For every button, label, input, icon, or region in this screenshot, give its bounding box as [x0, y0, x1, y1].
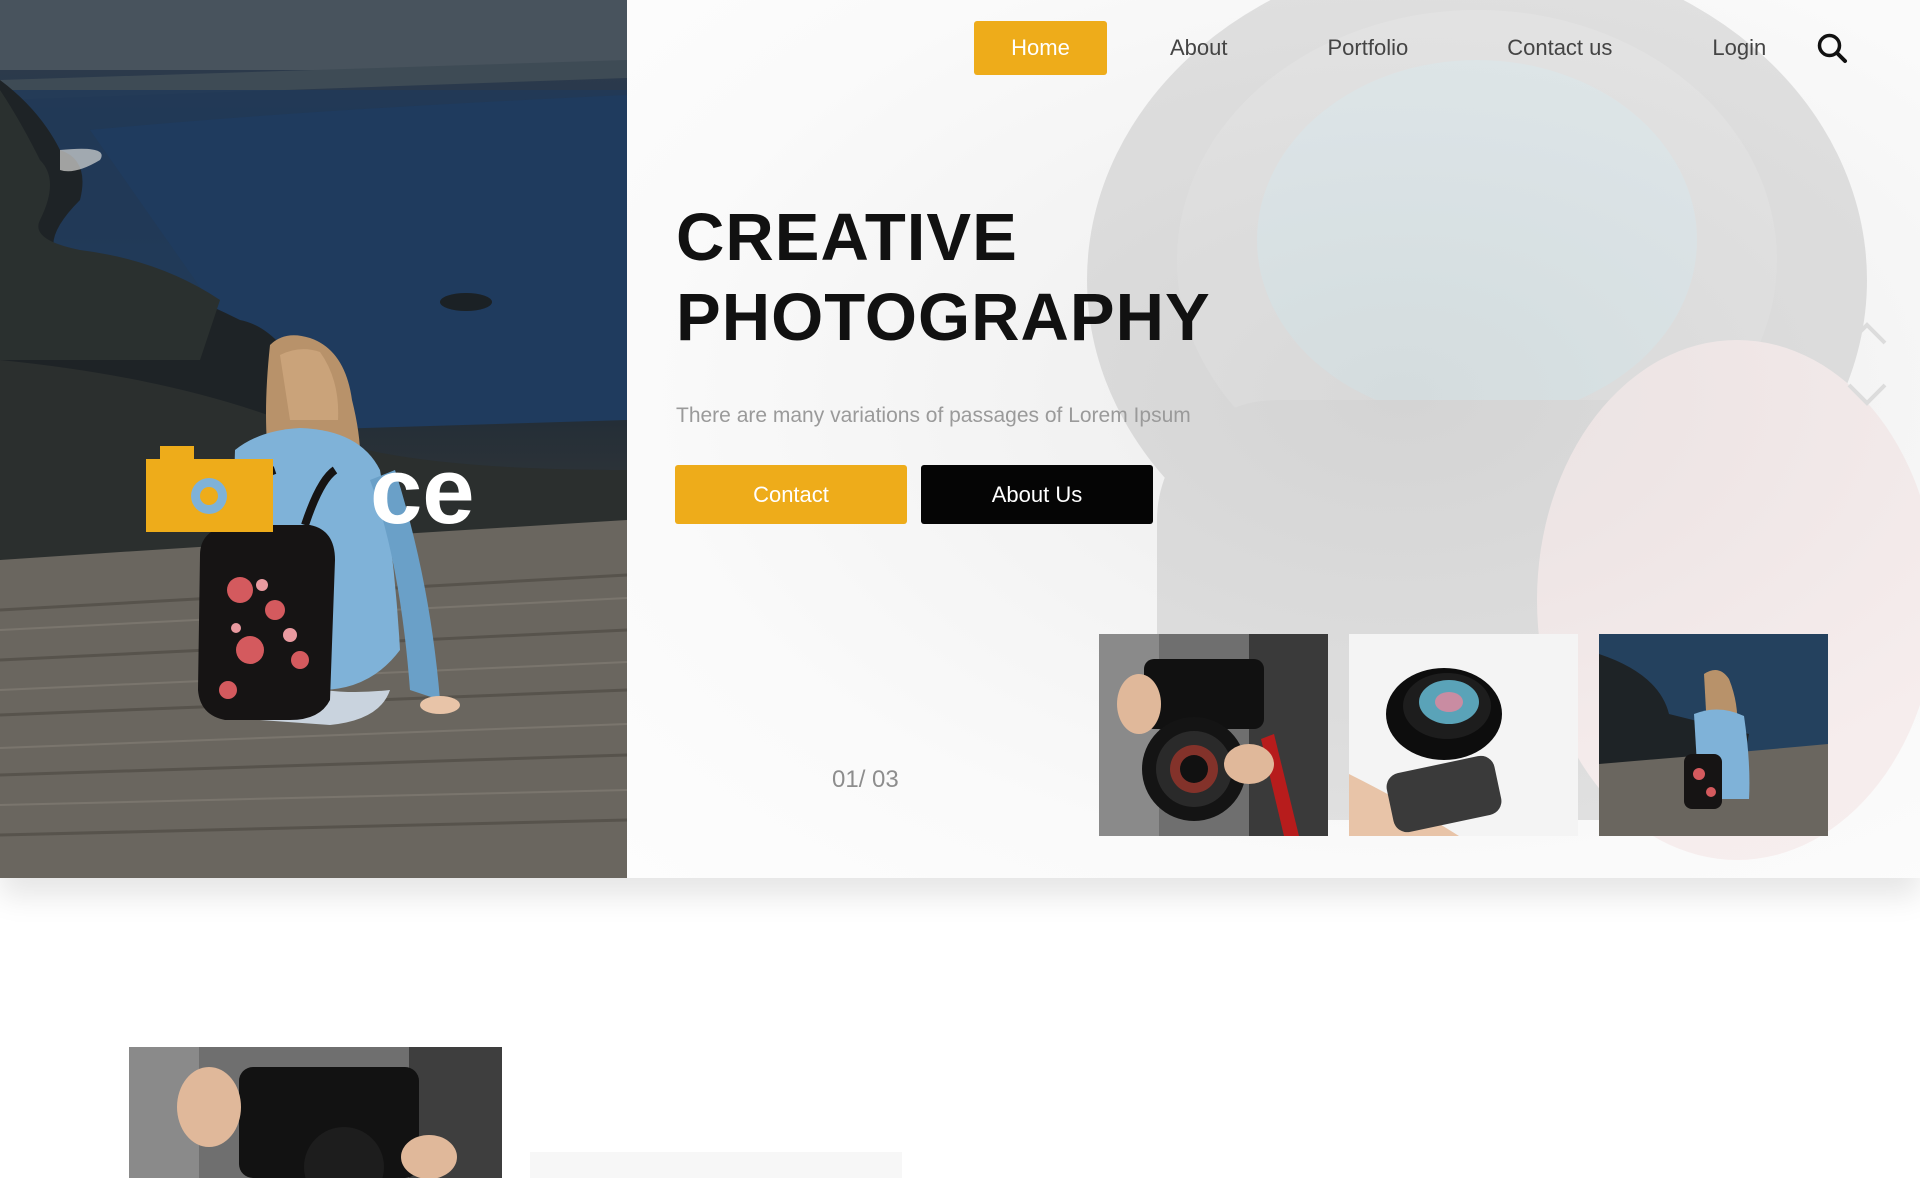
hero-subtitle: There are many variations of passages of… — [676, 404, 1191, 427]
cliff-photo — [1599, 634, 1828, 836]
thumbnail-camera[interactable] — [1099, 634, 1328, 836]
about-us-button[interactable]: About Us — [921, 465, 1153, 524]
nav-login-link[interactable]: Login — [1712, 35, 1766, 61]
logo-letters-ce: ce — [370, 438, 475, 543]
brand-logo[interactable]: A ce — [146, 438, 506, 543]
about-preview-photo — [129, 1047, 502, 1178]
camera-photo — [129, 1047, 502, 1178]
chevron-down-icon[interactable] — [1846, 382, 1888, 408]
hero-title-line-2: PHOTOGRAPHY — [676, 280, 1211, 355]
search-icon[interactable] — [1816, 32, 1848, 64]
nav-home-link[interactable]: Home — [974, 21, 1107, 75]
thumbnail-cliff[interactable] — [1599, 634, 1828, 836]
lens-photo — [1349, 634, 1578, 836]
hero-title-line-1: CREATIVE — [676, 200, 1018, 275]
nav-about-link[interactable]: About — [1170, 35, 1228, 61]
cliff-scene-illustration — [0, 0, 627, 878]
camera-photo — [1099, 634, 1328, 836]
contact-button[interactable]: Contact — [675, 465, 907, 524]
hero-section: A ce Home About Portfolio Contact us Log… — [0, 0, 1920, 878]
main-nav: Home About Portfolio Contact us Login — [974, 21, 1848, 75]
hero-side-photo: A ce — [0, 0, 627, 878]
nav-portfolio-link[interactable]: Portfolio — [1328, 35, 1409, 61]
chevron-up-icon[interactable] — [1846, 320, 1888, 346]
camera-icon — [146, 446, 273, 532]
thumbnail-lens[interactable] — [1349, 634, 1578, 836]
content-placeholder-box — [530, 1152, 902, 1178]
nav-contact-link[interactable]: Contact us — [1507, 35, 1612, 61]
hero-title: CREATIVE PHOTOGRAPHY — [676, 198, 1211, 358]
slide-counter: 01/ 03 — [832, 766, 899, 793]
